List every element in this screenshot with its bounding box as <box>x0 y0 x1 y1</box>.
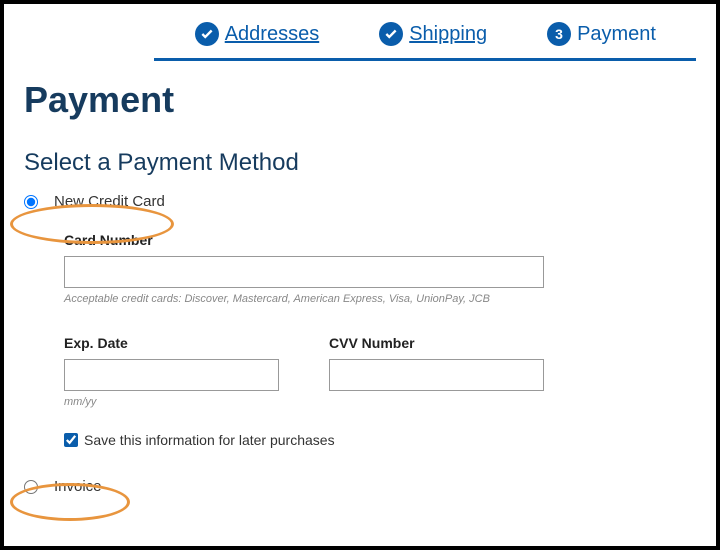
exp-date-hint: mm/yy <box>64 396 279 408</box>
step-addresses-label: Addresses <box>225 23 320 46</box>
check-icon <box>379 22 403 46</box>
save-info-checkbox[interactable] <box>64 433 78 447</box>
card-number-input[interactable] <box>64 256 544 288</box>
checkout-stepper: Addresses Shipping 3 Payment <box>154 4 696 61</box>
radio-invoice[interactable] <box>24 480 38 494</box>
acceptable-cards-hint: Acceptable credit cards: Discover, Maste… <box>64 293 544 305</box>
card-details: Card Number Acceptable credit cards: Dis… <box>64 232 544 448</box>
step-shipping[interactable]: Shipping <box>379 22 487 46</box>
step-addresses[interactable]: Addresses <box>195 22 320 46</box>
radio-new-card[interactable] <box>24 195 38 209</box>
card-number-label: Card Number <box>64 232 544 248</box>
cvv-label: CVV Number <box>329 335 544 351</box>
option-new-card[interactable]: New Credit Card <box>24 193 696 210</box>
exp-date-label: Exp. Date <box>64 335 279 351</box>
page-subtitle: Select a Payment Method <box>24 149 696 177</box>
option-invoice[interactable]: Invoice <box>24 478 696 495</box>
step-number-icon: 3 <box>547 22 571 46</box>
step-shipping-label: Shipping <box>409 23 487 46</box>
exp-date-input[interactable] <box>64 359 279 391</box>
option-new-card-label: New Credit Card <box>54 193 165 210</box>
save-info-label: Save this information for later purchase… <box>84 432 335 448</box>
option-invoice-label: Invoice <box>54 478 102 495</box>
step-payment-label: Payment <box>577 23 656 46</box>
step-payment[interactable]: 3 Payment <box>547 22 656 46</box>
cvv-input[interactable] <box>329 359 544 391</box>
page-title: Payment <box>24 79 696 121</box>
check-icon <box>195 22 219 46</box>
